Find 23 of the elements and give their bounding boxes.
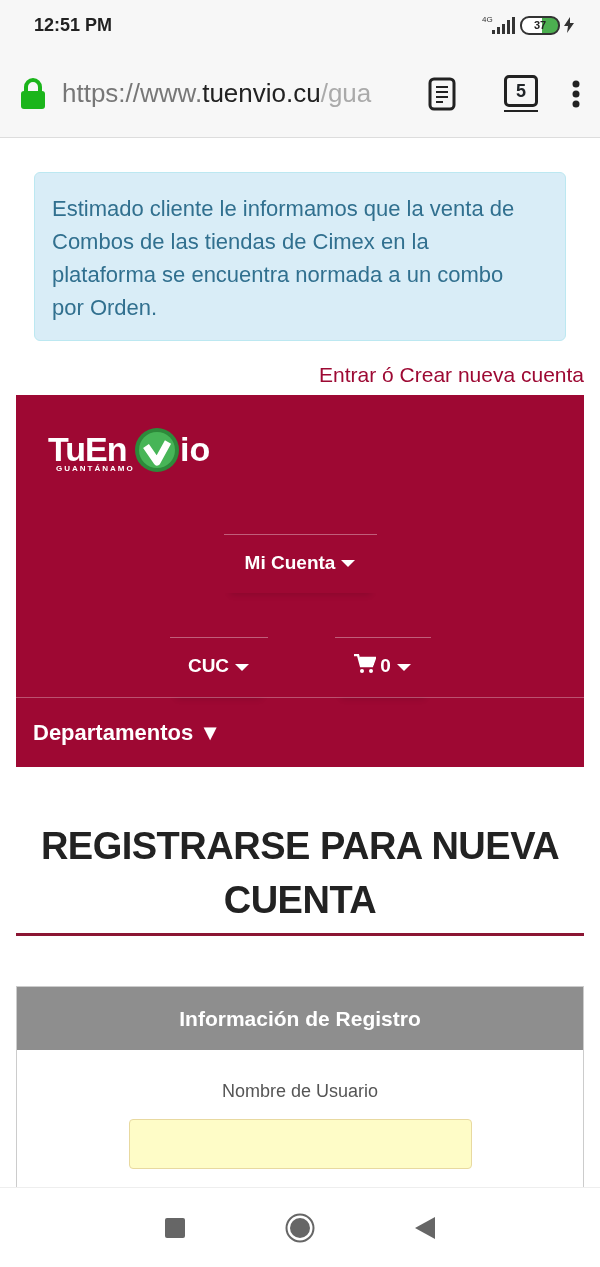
back-icon[interactable] bbox=[415, 1216, 435, 1239]
caret-icon bbox=[341, 559, 356, 568]
username-field[interactable] bbox=[128, 1119, 472, 1169]
status-time: 12:51 PM bbox=[34, 13, 113, 37]
currency-menu[interactable]: CUC bbox=[169, 637, 268, 697]
cart-menu[interactable]: 0 bbox=[334, 637, 431, 697]
panel-header: Información de Registro bbox=[17, 986, 583, 1050]
cart-icon bbox=[354, 654, 377, 674]
notice-message: Estimado cliente le informamos que la venta de Combos de las tiendas de Cimex en la plataforma se encuentra normada a un combo por Orden. bbox=[34, 172, 566, 341]
home-icon[interactable] bbox=[285, 1212, 315, 1243]
menu-icon[interactable] bbox=[572, 79, 580, 108]
account-link[interactable]: Entrar ó Crear nueva cuenta bbox=[319, 359, 584, 391]
page-heading: REGISTRARSE PARA NUEVA CUENTA bbox=[39, 823, 561, 923]
tab-count[interactable]: 5 bbox=[504, 75, 538, 107]
account-menu[interactable]: Mi Cuenta bbox=[223, 533, 377, 593]
url-field[interactable]: https://www.tuenvio.cu/gua bbox=[62, 74, 392, 113]
logo[interactable]: TuEn io GUANTÁNAMO bbox=[48, 428, 208, 479]
departments-menu[interactable]: Departamentos ▼ bbox=[16, 696, 584, 767]
field-label: Nombre de Usuario bbox=[220, 1080, 380, 1103]
caret-icon bbox=[396, 663, 411, 671]
caret-icon bbox=[235, 663, 250, 671]
recent-apps-icon[interactable] bbox=[165, 1217, 185, 1238]
reader-icon[interactable] bbox=[428, 76, 456, 111]
